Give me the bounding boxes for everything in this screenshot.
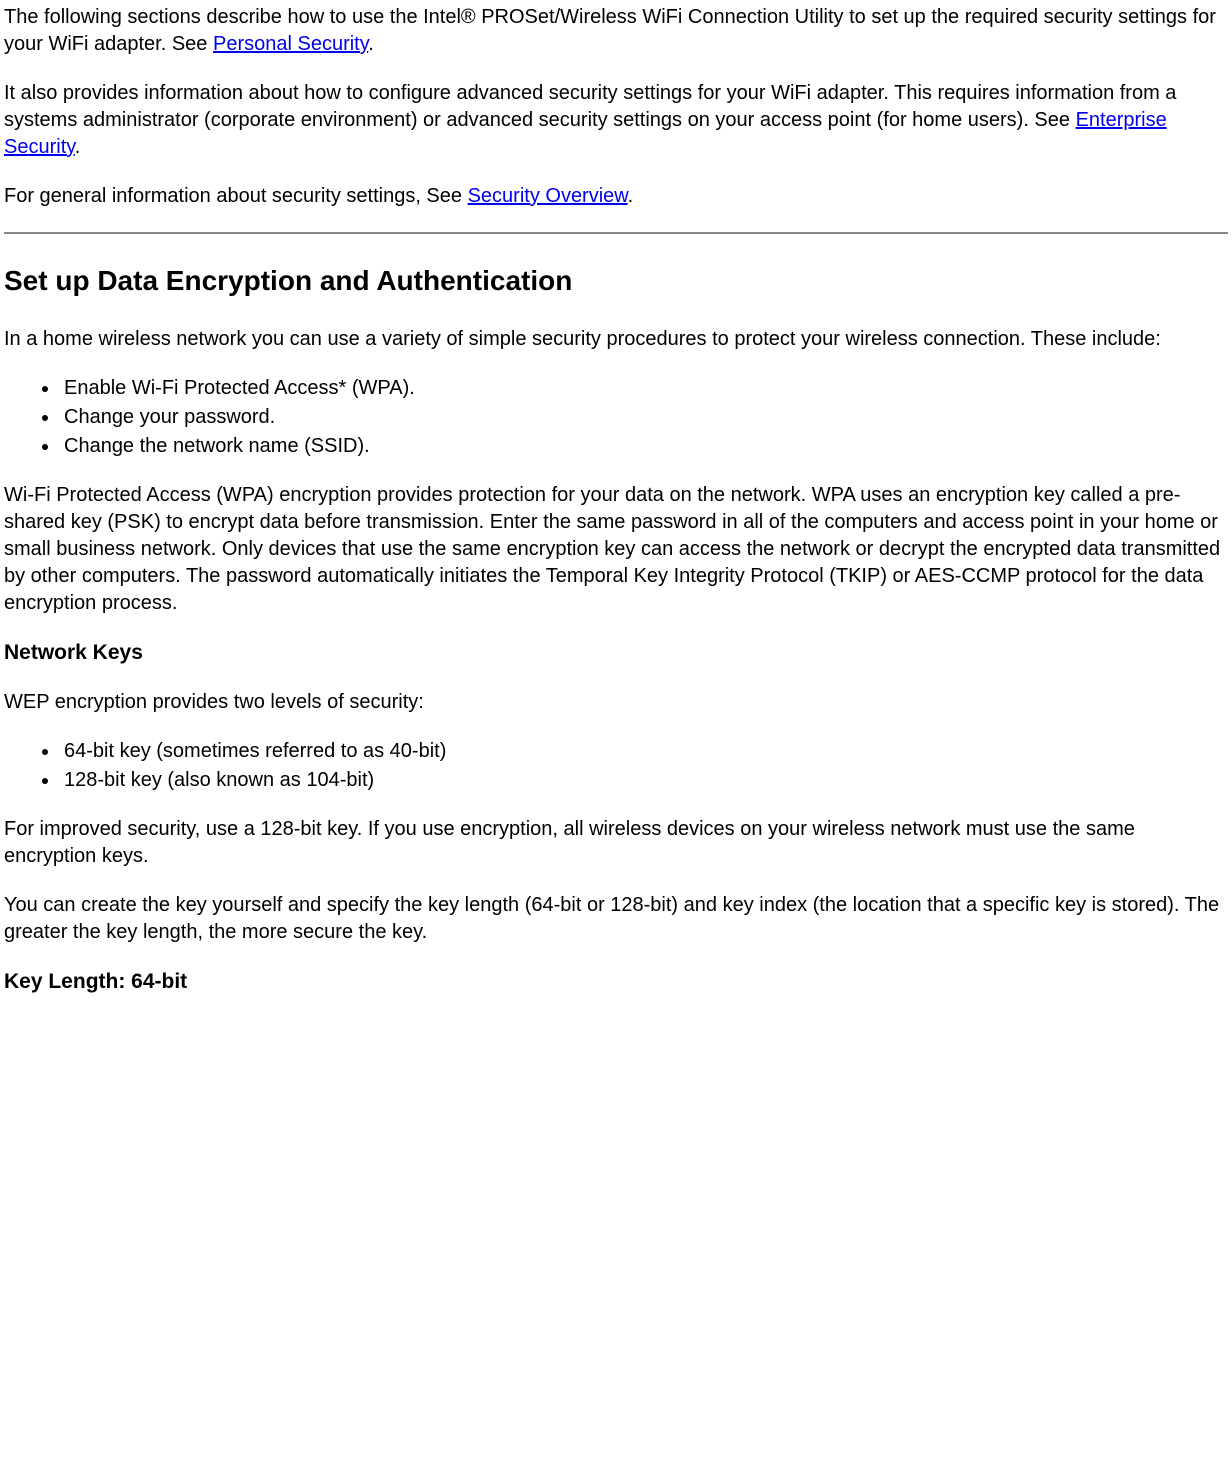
text: . bbox=[75, 136, 81, 158]
wep-levels-list: 64-bit key (sometimes referred to as 40-… bbox=[4, 738, 1228, 794]
list-item: 128-bit key (also known as 104-bit) bbox=[60, 767, 1228, 794]
intro-paragraph-2: It also provides information about how t… bbox=[4, 80, 1228, 161]
text: . bbox=[368, 33, 374, 55]
list-item: Change the network name (SSID). bbox=[60, 433, 1228, 460]
text: . bbox=[628, 185, 634, 207]
list-item: Change your password. bbox=[60, 404, 1228, 431]
wep-recommendation: For improved security, use a 128-bit key… bbox=[4, 816, 1228, 870]
text: It also provides information about how t… bbox=[4, 82, 1176, 131]
list-item: Enable Wi-Fi Protected Access* (WPA). bbox=[60, 375, 1228, 402]
wep-intro: WEP encryption provides two levels of se… bbox=[4, 689, 1228, 716]
key-creation-description: You can create the key yourself and spec… bbox=[4, 892, 1228, 946]
network-keys-heading: Network Keys bbox=[4, 639, 1228, 667]
personal-security-link[interactable]: Personal Security bbox=[213, 33, 368, 55]
list-item: 64-bit key (sometimes referred to as 40-… bbox=[60, 738, 1228, 765]
text: The following sections describe how to u… bbox=[4, 6, 1216, 55]
intro-paragraph-3: For general information about security s… bbox=[4, 183, 1228, 210]
intro-paragraph-1: The following sections describe how to u… bbox=[4, 4, 1228, 58]
key-length-heading: Key Length: 64-bit bbox=[4, 968, 1228, 996]
wpa-description: Wi-Fi Protected Access (WPA) encryption … bbox=[4, 482, 1228, 617]
text: For general information about security s… bbox=[4, 185, 468, 207]
security-procedures-list: Enable Wi-Fi Protected Access* (WPA). Ch… bbox=[4, 375, 1228, 460]
encryption-intro: In a home wireless network you can use a… bbox=[4, 326, 1228, 353]
security-overview-link[interactable]: Security Overview bbox=[468, 185, 628, 207]
encryption-heading: Set up Data Encryption and Authenticatio… bbox=[4, 262, 1228, 300]
section-divider bbox=[4, 232, 1228, 234]
